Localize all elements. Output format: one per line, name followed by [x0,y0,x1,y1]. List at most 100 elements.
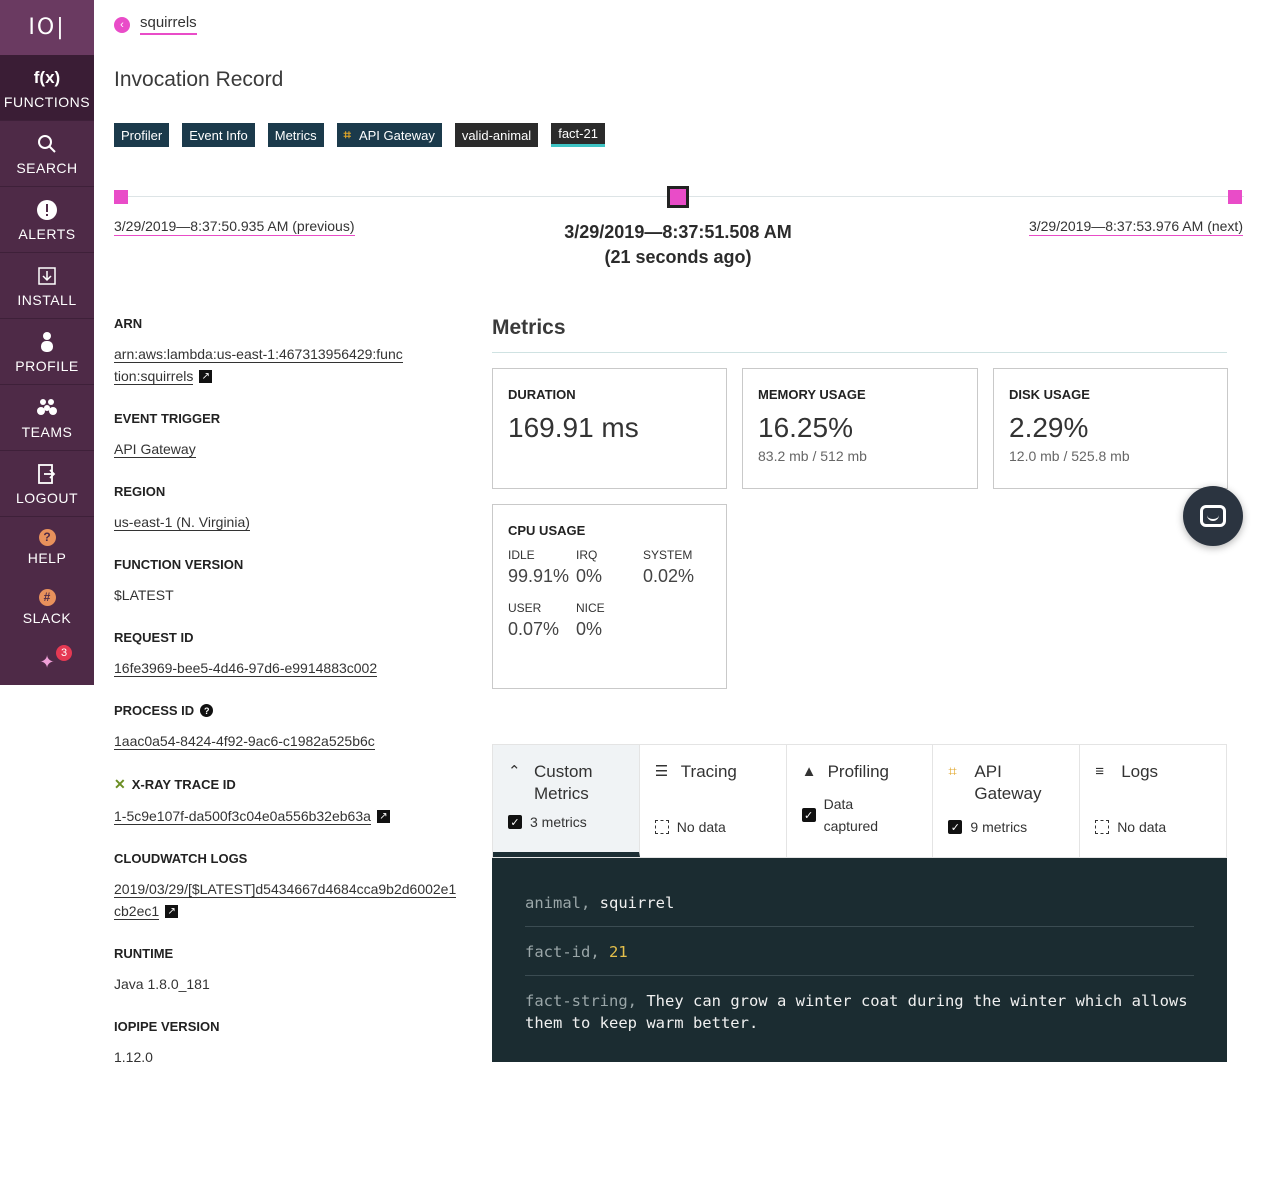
tab-status-text: 3 metrics [530,814,587,830]
tab-title: Custom Metrics [534,762,593,803]
arn-value: arn:aws:lambda:us-east-1:467313956429:fu… [114,343,404,387]
metric-value: 21 [609,943,628,961]
cpu-system-value: 0.02% [643,566,695,586]
tag-api-gateway[interactable]: ⌗ API Gateway [336,123,442,147]
install-icon [37,264,57,288]
tab-tracing[interactable]: ☰ Tracing No data [640,745,787,857]
disk-usage-value: 2.29% [1009,412,1089,443]
sparkle-icon: ✦ [39,651,55,672]
sidebar-item-alerts[interactable]: ALERTS [0,187,94,253]
sidebar-item-search[interactable]: SEARCH [0,121,94,187]
sidebar-item-label: SEARCH [16,159,78,176]
trend-icon: ⌃ [508,763,521,780]
tab-status-text: 9 metrics [970,819,1028,835]
event-trigger-link[interactable]: API Gateway [114,441,196,458]
tab-status: ✓ 9 metrics [948,819,1027,835]
tag-event-info[interactable]: Event Info [182,123,255,147]
current-invocation-time: 3/29/2019—8:37:51.508 AM (21 seconds ago… [478,220,878,270]
cpu-nice-label: NICE [576,601,605,615]
whats-new-button[interactable]: ✦ 3 [0,637,94,687]
region-link[interactable]: us-east-1 (N. Virginia) [114,514,250,531]
xray-trace-link[interactable]: 1-5c9e107f-da500f3c04e0a556b32eb63a [114,808,371,825]
sidebar-item-teams[interactable]: TEAMS [0,385,94,451]
sidebar: IO| f(x) FUNCTIONS SEARCH ALERTS INSTALL… [0,0,94,685]
cloudwatch-logs-value: 2019/03/29/[$LATEST]d5434667d4684cca9b2d… [114,878,459,922]
metric-key: fact-string, [525,992,637,1010]
logout-icon [38,462,56,486]
cpu-user-value: 0.07% [508,619,560,639]
tag-metrics[interactable]: Metrics [267,123,324,147]
sidebar-item-slack[interactable]: # SLACK [0,577,94,637]
tab-title: Logs [1121,762,1159,781]
tab-status: ✓ 3 metrics [508,814,587,830]
request-id-value: 16fe3969-bee5-4d46-97d6-e9914883c002 [114,657,464,679]
xray-icon: ✕ [114,776,126,792]
cloudwatch-logs-label: CLOUDWATCH LOGS [114,851,248,866]
tab-custom-metrics[interactable]: ⌃ Custom Metrics ✓ 3 metrics [493,745,640,857]
chat-widget-button[interactable] [1183,486,1243,546]
xray-trace-label-text: X-RAY TRACE ID [131,777,236,792]
cpu-usage-card: CPU USAGE IDLE IRQ SYSTEM 99.91% 0% 0.02… [492,504,727,689]
event-trigger-label: EVENT TRIGGER [114,411,221,426]
request-id-link[interactable]: 16fe3969-bee5-4d46-97d6-e9914883c002 [114,660,378,677]
tab-profiling[interactable]: ▲ Profiling ✓ Data captured [787,745,934,857]
cpu-nice-value: 0% [576,619,603,639]
xray-trace-value: 1-5c9e107f-da500f3c04e0a556b32eb63a ↗ [114,805,464,827]
slack-icon: # [38,588,56,606]
sidebar-item-install[interactable]: INSTALL [0,253,94,319]
sidebar-item-functions[interactable]: f(x) FUNCTIONS [0,55,94,121]
tab-status: No data [654,819,726,835]
metrics-divider [492,352,1227,353]
runtime-value: Java 1.8.0_181 [114,976,210,992]
sidebar-item-label: INSTALL [17,291,77,308]
disk-usage-card: DISK USAGE 2.29% 12.0 mb / 525.8 mb [993,368,1228,489]
relative-time: (21 seconds ago) [604,247,752,267]
tab-logs[interactable]: ≡ Logs No data [1080,745,1226,857]
cpu-idle-label: IDLE [508,548,535,562]
process-id-label: PROCESS ID ? [114,703,464,718]
tag-fact-21[interactable]: fact-21 [551,123,605,147]
tab-status: ✓ Data captured [801,793,886,837]
region-value: us-east-1 (N. Virginia) [114,511,464,533]
tag-profiler[interactable]: Profiler [114,123,170,147]
function-version-label: FUNCTION VERSION [114,557,244,572]
timeline-marker-next[interactable] [1228,190,1242,204]
tab-status-text: Data captured [823,796,879,834]
sidebar-item-label: LOGOUT [15,489,79,506]
previous-invocation-link[interactable]: 3/29/2019—8:37:50.935 AM (previous) [114,218,355,236]
tab-title: API Gateway [974,762,1042,803]
invocation-details: ARN arn:aws:lambda:us-east-1:46731395642… [114,316,464,1092]
help-icon[interactable]: ? [200,704,214,717]
tab-api-gateway[interactable]: ⌗ API Gateway ✓ 9 metrics [933,745,1081,857]
duration-label: DURATION [508,387,576,402]
teams-icon [36,396,58,420]
metric-row: animal, squirrel [525,888,1194,927]
tab-status-text: No data [676,819,726,835]
external-link-icon[interactable]: ↗ [199,370,213,383]
runtime-label: RUNTIME [114,946,174,961]
sidebar-item-profile[interactable]: PROFILE [0,319,94,385]
sidebar-item-label: HELP [27,549,67,566]
external-link-icon[interactable]: ↗ [165,905,179,918]
sidebar-item-logout[interactable]: LOGOUT [0,451,94,517]
sidebar-item-label: FUNCTIONS [3,93,91,110]
function-version-value: $LATEST [114,587,174,603]
cpu-irq-label: IRQ [576,548,598,562]
tab-status-text: No data [1117,819,1167,835]
metric-key: fact-id, [525,943,600,961]
next-invocation-link[interactable]: 3/29/2019—8:37:53.976 AM (next) [1028,218,1243,236]
help-icon: ? [38,528,56,546]
event-trigger-value: API Gateway [114,438,464,460]
iopipe-logo[interactable]: IO| [0,0,94,55]
timeline-marker-previous[interactable] [114,190,128,204]
arn-link[interactable]: arn:aws:lambda:us-east-1:467313956429:fu… [114,346,403,385]
tag-valid-animal[interactable]: valid-animal [454,123,539,147]
external-link-icon[interactable]: ↗ [376,810,390,823]
back-link[interactable]: ‹ squirrels [114,14,197,35]
process-id-link[interactable]: 1aac0a54-8424-4f92-9ac6-c1982a525b6c [114,733,375,750]
page-title: Invocation Record [114,68,284,91]
current-timestamp: 3/29/2019—8:37:51.508 AM [564,222,792,242]
sidebar-item-help[interactable]: ? HELP [0,517,94,577]
duration-card: DURATION 169.91 ms [492,368,727,489]
duration-value: 169.91 ms [508,412,639,443]
